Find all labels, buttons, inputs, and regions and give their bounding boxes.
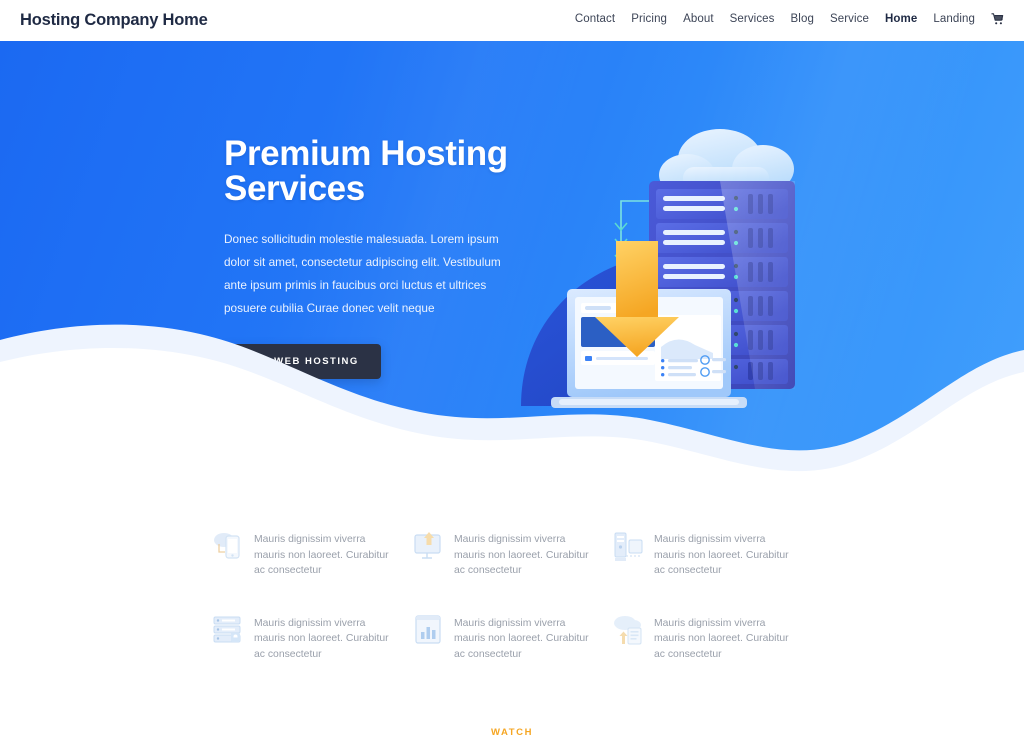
- nav-item-home[interactable]: Home: [877, 13, 925, 25]
- feature-item[interactable]: Mauris dignissim viverra mauris non laor…: [412, 612, 612, 663]
- feature-item[interactable]: Mauris dignissim viverra mauris non laor…: [212, 528, 412, 579]
- server-rack-lock-icon: [212, 612, 246, 648]
- hero-title: Premium Hosting Services: [224, 134, 508, 208]
- nav-item-landing[interactable]: Landing: [925, 13, 983, 25]
- hero-illustration: [515, 101, 825, 446]
- main-navigation: Contact Pricing About Services Blog Serv…: [567, 13, 1006, 25]
- nav-item-pricing[interactable]: Pricing: [623, 13, 675, 25]
- site-header: Hosting Company Home Contact Pricing Abo…: [0, 0, 1024, 41]
- site-logo[interactable]: Hosting Company Home: [20, 11, 208, 30]
- analytics-chart-icon: [412, 612, 446, 648]
- feature-text: Mauris dignissim viverra mauris non laor…: [654, 617, 789, 660]
- nav-item-service[interactable]: Service: [822, 13, 877, 25]
- features-section: Mauris dignissim viverra mauris non laor…: [0, 528, 1024, 662]
- watch-label[interactable]: Watch: [491, 727, 533, 738]
- feature-text: Mauris dignissim viverra mauris non laor…: [454, 617, 589, 660]
- feature-item[interactable]: Mauris dignissim viverra mauris non laor…: [612, 612, 812, 663]
- shopping-cart-icon[interactable]: [983, 13, 1006, 25]
- feature-text: Mauris dignissim viverra mauris non laor…: [254, 617, 389, 660]
- nav-item-about[interactable]: About: [675, 13, 722, 25]
- feature-item[interactable]: Mauris dignissim viverra mauris non laor…: [212, 612, 412, 663]
- cloud-mobile-icon: [212, 528, 246, 564]
- feature-text: Mauris dignissim viverra mauris non laor…: [254, 534, 389, 576]
- nav-item-services[interactable]: Services: [722, 13, 783, 25]
- hero-copy-block: Premium Hosting Services Donec sollicitu…: [224, 136, 554, 379]
- feature-text: Mauris dignissim viverra mauris non laor…: [454, 534, 589, 576]
- nav-item-blog[interactable]: Blog: [783, 13, 822, 25]
- cloud-document-upload-icon: [612, 612, 646, 648]
- feature-item[interactable]: Mauris dignissim viverra mauris non laor…: [412, 528, 612, 579]
- nav-item-contact[interactable]: Contact: [567, 13, 623, 25]
- monitor-upload-icon: [412, 528, 446, 564]
- page-root: Hosting Company Home Contact Pricing Abo…: [0, 0, 1024, 745]
- get-web-hosting-button[interactable]: Get Web Hosting: [224, 344, 381, 379]
- hero-section: Premium Hosting Services Donec sollicitu…: [0, 41, 1024, 521]
- server-tower-icon: [612, 528, 646, 564]
- feature-text: Mauris dignissim viverra mauris non laor…: [654, 534, 789, 576]
- feature-item[interactable]: Mauris dignissim viverra mauris non laor…: [612, 528, 812, 579]
- hero-subtitle: Donec sollicitudin molestie malesuada. L…: [224, 232, 501, 315]
- watch-section: Watch: [0, 722, 1024, 740]
- feature-grid: Mauris dignissim viverra mauris non laor…: [212, 528, 812, 662]
